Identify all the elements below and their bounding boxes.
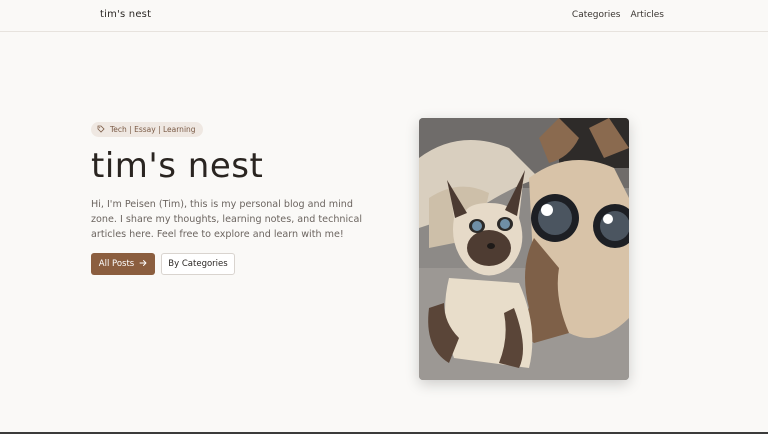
all-posts-label: All Posts (98, 259, 135, 269)
all-posts-button[interactable]: All Posts (91, 253, 155, 275)
top-navbar: tim's nest Categories Articles (0, 0, 768, 32)
main-nav: Categories Articles (572, 10, 664, 20)
hero-actions: All Posts By Categories (91, 253, 381, 275)
hero-description: Hi, I'm Peisen (Tim), this is my persona… (91, 199, 362, 240)
tag-icon (97, 125, 105, 133)
by-categories-button[interactable]: By Categories (161, 253, 235, 275)
hero-title: tim's nest (91, 146, 264, 186)
hero-photo (419, 118, 629, 380)
hero-intro: Tech | Essay | Learning tim's nest Hi, I… (91, 118, 381, 275)
cat-with-plush-photo (419, 118, 629, 380)
site-title-link[interactable]: tim's nest (100, 9, 151, 20)
nav-articles-link[interactable]: Articles (630, 10, 664, 20)
tags-text: Tech | Essay | Learning (110, 124, 196, 134)
arrow-right-icon (139, 259, 147, 270)
nav-categories-link[interactable]: Categories (572, 10, 621, 20)
tags-badge: Tech | Essay | Learning (91, 121, 203, 137)
